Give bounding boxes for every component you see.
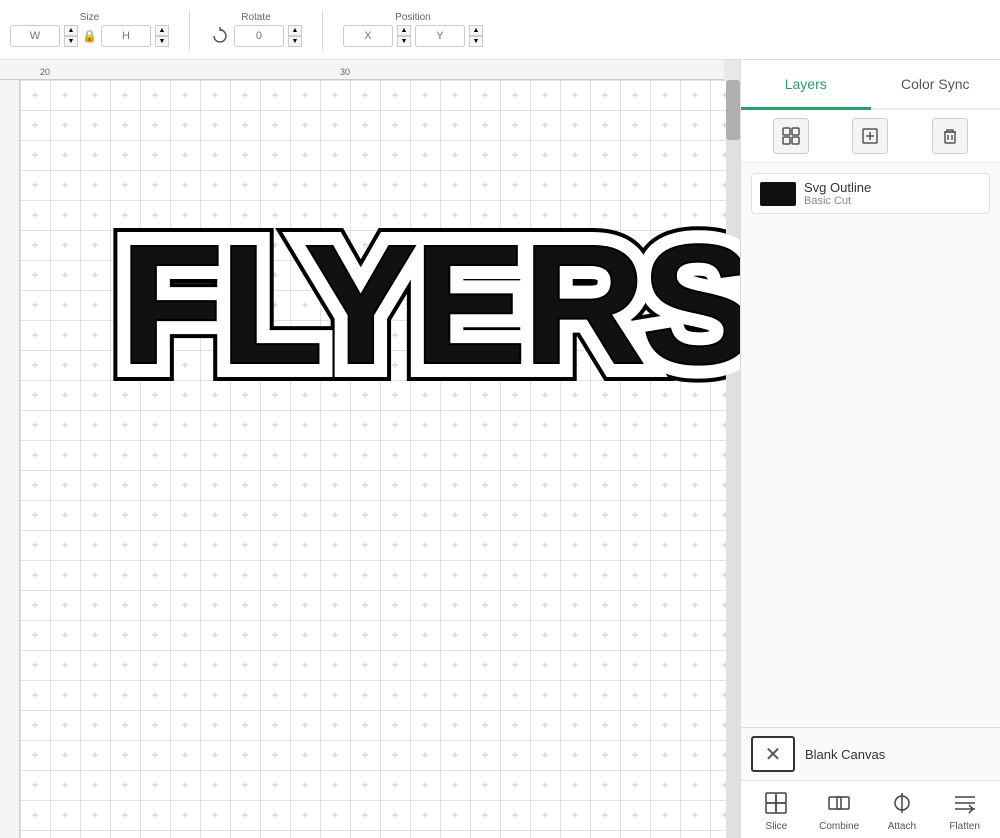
flatten-button[interactable]: Flatten xyxy=(941,787,989,832)
combine-label: Combine xyxy=(819,821,859,832)
size-h-up[interactable]: ▲ xyxy=(155,25,169,36)
ruler-top: 20 30 xyxy=(0,60,724,80)
rotate-down[interactable]: ▼ xyxy=(288,36,302,47)
layer-item[interactable]: Svg Outline Basic Cut xyxy=(751,173,990,214)
layer-info: Svg Outline Basic Cut xyxy=(804,180,871,207)
size-h-spin[interactable]: ▲ ▼ xyxy=(155,25,169,47)
ruler-marks: 20 30 xyxy=(0,60,724,79)
group-button[interactable] xyxy=(773,118,809,154)
layer-name: Svg Outline xyxy=(804,180,871,195)
position-y-spin[interactable]: ▲ ▼ xyxy=(469,25,483,47)
size-w-spin[interactable]: ▲ ▼ xyxy=(64,25,78,47)
flyers-text: FLYERS xyxy=(120,220,740,390)
layers-list: Svg Outline Basic Cut xyxy=(741,163,1000,727)
rotate-group: Rotate ▲ ▼ xyxy=(210,12,302,47)
size-group: Size ▲ ▼ 🔒 ▲ ▼ xyxy=(10,12,169,47)
position-y-input[interactable] xyxy=(415,25,465,47)
slice-label: Slice xyxy=(766,821,788,832)
position-x-down[interactable]: ▼ xyxy=(397,36,411,47)
position-inputs: ▲ ▼ ▲ ▼ xyxy=(343,25,483,47)
position-group: Position ▲ ▼ ▲ ▼ xyxy=(343,12,483,47)
tab-layers[interactable]: Layers xyxy=(741,60,871,110)
slice-icon xyxy=(760,787,792,819)
rotate-input[interactable] xyxy=(234,25,284,47)
blank-canvas-swatch: ✕ xyxy=(751,736,795,772)
tab-color-sync[interactable]: Color Sync xyxy=(871,60,1000,110)
rotate-up[interactable]: ▲ xyxy=(288,25,302,36)
position-x-up[interactable]: ▲ xyxy=(397,25,411,36)
position-x-input[interactable] xyxy=(343,25,393,47)
trash-icon xyxy=(940,126,960,146)
size-w-input[interactable] xyxy=(10,25,60,47)
position-y-down[interactable]: ▼ xyxy=(469,36,483,47)
canvas-area[interactable]: 20 30 FLYERS FLYERS FLYERS xyxy=(0,60,740,838)
top-toolbar: Size ▲ ▼ 🔒 ▲ ▼ Rotate ▲ ▼ xyxy=(0,0,1000,60)
attach-icon xyxy=(886,787,918,819)
attach-button[interactable]: Attach xyxy=(878,787,926,832)
flyers-wrapper: FLYERS FLYERS FLYERS xyxy=(120,220,740,390)
position-y-up[interactable]: ▲ xyxy=(469,25,483,36)
size-h-down[interactable]: ▼ xyxy=(155,36,169,47)
attach-label: Attach xyxy=(888,821,916,832)
rotate-label: Rotate xyxy=(241,12,270,23)
ruler-left xyxy=(0,80,20,838)
rotate-icon xyxy=(210,26,230,46)
group-icon xyxy=(781,126,801,146)
size-label: Size xyxy=(80,12,99,23)
divider-2 xyxy=(322,10,323,50)
size-w-up[interactable]: ▲ xyxy=(64,25,78,36)
blank-canvas-bar[interactable]: ✕ Blank Canvas xyxy=(741,727,1000,780)
flatten-icon xyxy=(949,787,981,819)
size-inputs: ▲ ▼ 🔒 ▲ ▼ xyxy=(10,25,169,47)
combine-icon xyxy=(823,787,855,819)
size-h-input[interactable] xyxy=(101,25,151,47)
layer-type: Basic Cut xyxy=(804,195,871,207)
add-layer-button[interactable] xyxy=(852,118,888,154)
size-w-down[interactable]: ▼ xyxy=(64,36,78,47)
main-area: 20 30 FLYERS FLYERS FLYERS xyxy=(0,60,1000,838)
add-icon xyxy=(860,126,880,146)
ruler-mark-20: 20 xyxy=(40,67,50,77)
rotate-inputs: ▲ ▼ xyxy=(210,25,302,47)
right-panel: Layers Color Sync xyxy=(740,60,1000,838)
position-label: Position xyxy=(395,12,431,23)
flyers-container[interactable]: FLYERS FLYERS FLYERS xyxy=(120,220,680,440)
blank-canvas-x-icon: ✕ xyxy=(765,742,782,767)
panel-tabs: Layers Color Sync xyxy=(741,60,1000,110)
blank-canvas-label: Blank Canvas xyxy=(805,747,885,762)
flatten-label: Flatten xyxy=(949,821,980,832)
scrollbar-thumb[interactable] xyxy=(726,80,740,140)
bottom-actions: Slice Combine Attach xyxy=(741,780,1000,838)
delete-layer-button[interactable] xyxy=(932,118,968,154)
slice-button[interactable]: Slice xyxy=(752,787,800,832)
ruler-mark-30: 30 xyxy=(340,67,350,77)
lock-icon: 🔒 xyxy=(82,29,97,43)
layer-thumbnail xyxy=(760,182,796,206)
divider-1 xyxy=(189,10,190,50)
combine-button[interactable]: Combine xyxy=(815,787,863,832)
rotate-spin[interactable]: ▲ ▼ xyxy=(288,25,302,47)
grid-canvas[interactable]: FLYERS FLYERS FLYERS xyxy=(20,80,740,838)
scrollbar-right[interactable] xyxy=(726,80,740,838)
position-x-spin[interactable]: ▲ ▼ xyxy=(397,25,411,47)
panel-toolbar xyxy=(741,110,1000,163)
